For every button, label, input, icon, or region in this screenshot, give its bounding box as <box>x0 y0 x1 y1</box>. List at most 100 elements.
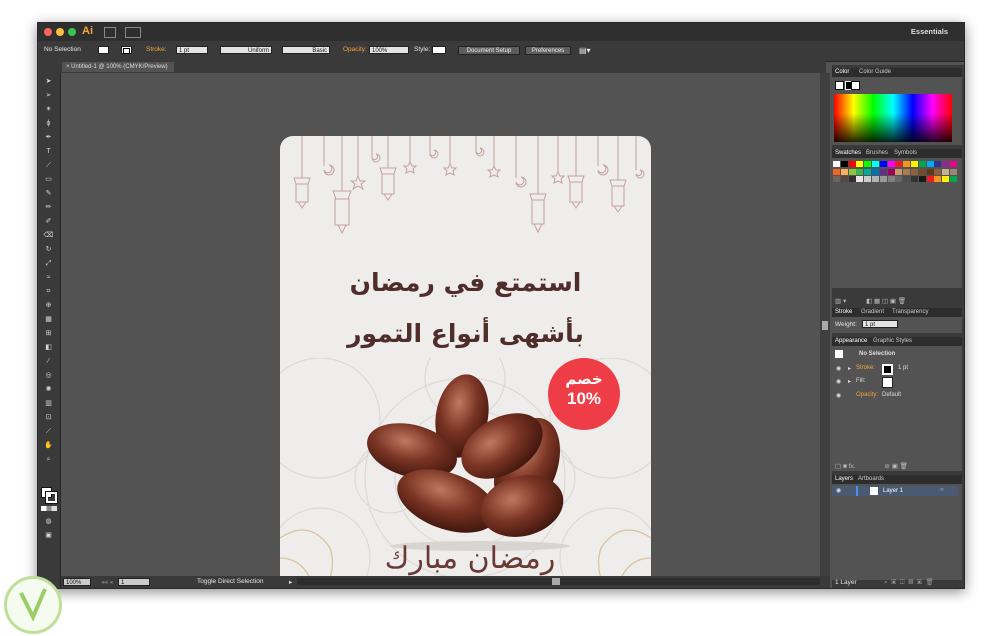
zoom-window-button[interactable] <box>68 28 76 36</box>
color-swatch[interactable] <box>856 176 864 182</box>
color-swatch[interactable] <box>895 161 903 167</box>
stroke-attribute-label[interactable]: Stroke: <box>856 365 875 371</box>
perspective-grid-tool-icon[interactable]: ▦ <box>43 315 54 324</box>
blob-brush-tool-icon[interactable]: ✐ <box>43 217 54 226</box>
color-spectrum[interactable] <box>834 94 952 142</box>
color-swatch[interactable] <box>903 176 911 182</box>
variable-width-profile[interactable]: Uniform <box>220 46 272 54</box>
lasso-tool-icon[interactable]: ϕ <box>43 119 54 128</box>
color-swatch[interactable] <box>926 161 934 167</box>
stroke-weight-field[interactable]: 1 pt <box>176 46 208 54</box>
color-swatch[interactable] <box>934 161 942 167</box>
color-swatch[interactable] <box>840 161 848 167</box>
selection-tool-icon[interactable]: ➤ <box>43 77 54 86</box>
zoom-level-field[interactable]: 100% <box>63 578 91 586</box>
color-swatch[interactable] <box>864 176 872 182</box>
fill-swatch[interactable] <box>98 46 109 54</box>
color-swatch[interactable] <box>950 168 957 175</box>
fill-attribute-swatch[interactable] <box>882 377 893 388</box>
color-swatch[interactable] <box>833 168 840 175</box>
mesh-tool-icon[interactable]: ⊞ <box>43 329 54 338</box>
stroke-attribute-swatch[interactable] <box>882 364 893 375</box>
arrange-documents-icon[interactable] <box>125 27 141 38</box>
document-setup-button[interactable]: Document Setup <box>458 46 520 55</box>
horizontal-scroll-thumb[interactable] <box>552 578 560 585</box>
blend-tool-icon[interactable]: ◎ <box>43 371 54 380</box>
opacity-label[interactable]: Opacity: <box>343 46 367 53</box>
color-swatch[interactable] <box>840 168 848 175</box>
tab-color-guide[interactable]: Color Guide <box>859 69 891 75</box>
layer-visibility-icon[interactable]: ◉ <box>836 487 841 494</box>
color-swatch[interactable] <box>887 176 895 182</box>
pencil-tool-icon[interactable]: ✏ <box>43 203 54 212</box>
rectangle-tool-icon[interactable]: ▭ <box>43 175 54 184</box>
appearance-fill-row[interactable]: ◉ ▸ Fill: <box>832 377 958 389</box>
visibility-eye-icon[interactable]: ◉ <box>836 378 841 385</box>
tab-stroke[interactable]: Stroke <box>835 309 852 315</box>
color-swatch[interactable] <box>895 168 903 175</box>
tab-gradient[interactable]: Gradient <box>861 309 884 315</box>
color-swatch[interactable] <box>856 161 864 167</box>
visibility-eye-icon[interactable]: ◉ <box>836 365 841 372</box>
layer-name[interactable]: Layer 1 <box>883 488 903 494</box>
swatches-footer-icons[interactable]: ▥ ▾ ◧ ▦ ◫ ▣ 🗑 <box>835 297 906 305</box>
direct-selection-tool-icon[interactable]: ➢ <box>43 91 54 100</box>
none-swatch-icon[interactable] <box>835 81 844 90</box>
magic-wand-tool-icon[interactable]: ✶ <box>43 105 54 114</box>
graphic-style-picker[interactable] <box>432 46 446 54</box>
slice-tool-icon[interactable]: ⟋ <box>43 427 54 436</box>
status-menu-icon[interactable]: ▸ <box>289 578 292 586</box>
hand-tool-icon[interactable]: ✋ <box>43 441 54 450</box>
color-swatch[interactable] <box>872 168 879 175</box>
opacity-attribute-label[interactable]: Opacity: <box>856 392 878 398</box>
artboard-ramadan-flyer[interactable]: استمتع في رمضان بأشهى أنواع التمور خصم 1… <box>280 136 651 588</box>
close-window-button[interactable] <box>44 28 52 36</box>
tab-symbols[interactable]: Symbols <box>894 150 917 156</box>
tab-artboards[interactable]: Artboards <box>858 476 884 482</box>
tab-swatches[interactable]: Swatches <box>835 150 861 156</box>
color-swatch[interactable] <box>903 161 911 167</box>
white-swatch-icon[interactable] <box>851 81 860 90</box>
appearance-opacity-row[interactable]: ◉ Opacity: Default <box>832 391 958 403</box>
canvas-area[interactable]: استمتع في رمضان بأشهى أنواع التمور خصم 1… <box>61 73 820 588</box>
eraser-tool-icon[interactable]: ⌫ <box>43 231 54 240</box>
vertical-scroll-thumb[interactable] <box>822 321 828 330</box>
tab-brushes[interactable]: Brushes <box>866 150 888 156</box>
layer-target-icon[interactable]: ○ <box>940 487 944 493</box>
appearance-stroke-row[interactable]: ◉ ▸ Stroke: 1 pt <box>832 364 958 376</box>
pen-tool-icon[interactable]: ✒ <box>43 133 54 142</box>
color-swatch[interactable] <box>848 176 856 182</box>
draw-mode-icon[interactable]: ◍ <box>43 517 54 526</box>
disclosure-triangle-icon[interactable]: ▸ <box>848 365 851 372</box>
paintbrush-tool-icon[interactable]: ✎ <box>43 189 54 198</box>
color-swatch[interactable] <box>934 168 942 175</box>
zoom-tool-icon[interactable]: ⌕ <box>43 455 54 464</box>
color-swatch[interactable] <box>918 161 926 167</box>
artboard-number-field[interactable]: 1 <box>118 578 150 586</box>
color-swatch[interactable] <box>856 168 864 175</box>
color-swatch[interactable] <box>903 168 911 175</box>
color-swatch[interactable] <box>942 176 950 182</box>
gradient-tool-icon[interactable]: ◧ <box>43 343 54 352</box>
minimize-window-button[interactable] <box>56 28 64 36</box>
color-swatch[interactable] <box>864 168 872 175</box>
color-swatch[interactable] <box>926 168 934 175</box>
color-swatch[interactable] <box>872 161 879 167</box>
color-swatch[interactable] <box>911 176 918 182</box>
color-swatch[interactable] <box>887 168 895 175</box>
color-swatch[interactable] <box>934 176 942 182</box>
visibility-eye-icon[interactable]: ◉ <box>836 392 841 399</box>
layer-row[interactable]: ◉ Layer 1 ○ <box>832 486 958 496</box>
free-transform-tool-icon[interactable]: ⌗ <box>43 287 54 296</box>
warp-tool-icon[interactable]: ≈ <box>43 273 54 282</box>
color-swatch[interactable] <box>942 161 950 167</box>
bridge-icon[interactable] <box>104 27 116 38</box>
tab-transparency[interactable]: Transparency <box>892 309 928 315</box>
horizontal-scrollbar[interactable] <box>297 578 820 585</box>
scale-tool-icon[interactable]: ⤢ <box>43 259 54 268</box>
color-swatch[interactable] <box>879 176 887 182</box>
opacity-field[interactable]: 100% <box>369 46 409 54</box>
artboard-tool-icon[interactable]: ⊡ <box>43 413 54 422</box>
preferences-button[interactable]: Preferences <box>525 46 571 55</box>
rotate-tool-icon[interactable]: ↻ <box>43 245 54 254</box>
